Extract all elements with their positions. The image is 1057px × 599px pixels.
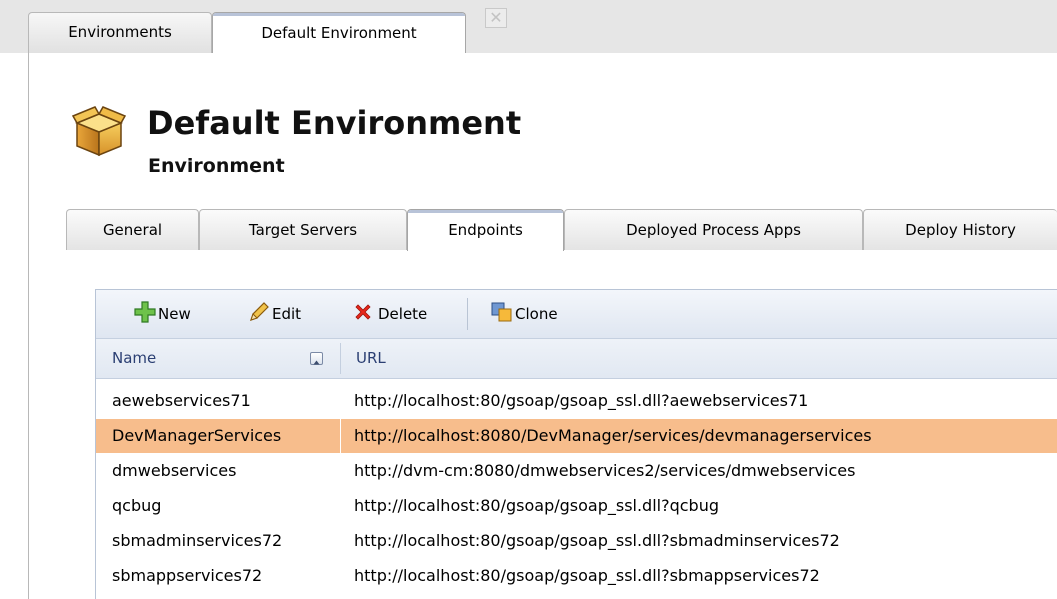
edit-label: Edit bbox=[272, 305, 302, 323]
cell-url: http://localhost:80/gsoap/gsoap_ssl.dll?… bbox=[354, 496, 719, 515]
table-row[interactable]: sbmadminservices72 http://localhost:80/g… bbox=[96, 524, 1057, 558]
doc-tab-label: Environments bbox=[68, 23, 172, 41]
close-icon: ✕ bbox=[489, 8, 503, 27]
new-label: New bbox=[158, 305, 191, 323]
plus-icon bbox=[134, 301, 158, 327]
box-icon bbox=[71, 103, 127, 157]
tab-label: Target Servers bbox=[248, 221, 358, 239]
tab-endpoints[interactable]: Endpoints bbox=[407, 209, 564, 251]
cell-url: http://localhost:80/gsoap/gsoap_ssl.dll?… bbox=[354, 566, 820, 585]
cell-name: qcbug bbox=[112, 496, 162, 515]
delete-label: Delete bbox=[378, 305, 428, 323]
grid-column-header: Name URL bbox=[96, 339, 1057, 379]
page-title: Default Environment bbox=[147, 104, 522, 142]
tab-label: Deploy History bbox=[905, 221, 1016, 239]
cell-name: aewebservices71 bbox=[112, 391, 251, 410]
close-tab-button[interactable]: ✕ bbox=[485, 8, 507, 28]
tab-label: Endpoints bbox=[448, 221, 523, 239]
table-row[interactable]: dmwebservices http://dvm-cm:8080/dmwebse… bbox=[96, 454, 1057, 488]
grid-toolbar: New Edit Delete Clone bbox=[96, 290, 1057, 339]
tab-deploy-history[interactable]: Deploy History bbox=[863, 209, 1057, 250]
cell-url: http://localhost:8080/DevManager/service… bbox=[354, 426, 872, 445]
cell-url: http://localhost:80/gsoap/gsoap_ssl.dll?… bbox=[354, 391, 809, 410]
table-row[interactable]: sbmappservices72 http://localhost:80/gso… bbox=[96, 559, 1057, 593]
cell-url: http://localhost:80/gsoap/gsoap_ssl.dll?… bbox=[354, 531, 840, 550]
cell-url: http://dvm-cm:8080/dmwebservices2/servic… bbox=[354, 461, 856, 480]
delete-icon bbox=[353, 302, 375, 326]
table-row-selected[interactable]: DevManagerServices http://localhost:8080… bbox=[96, 419, 1057, 453]
tab-label: Deployed Process Apps bbox=[626, 221, 801, 239]
pencil-icon bbox=[248, 301, 272, 327]
tab-general[interactable]: General bbox=[66, 209, 199, 250]
doc-tab-default-environment[interactable]: Default Environment bbox=[212, 12, 466, 53]
table-row[interactable]: qcbug http://localhost:80/gsoap/gsoap_ss… bbox=[96, 489, 1057, 523]
column-header-name[interactable]: Name bbox=[112, 339, 156, 378]
edit-button[interactable]: Edit bbox=[248, 290, 301, 338]
clone-button[interactable]: Clone bbox=[491, 290, 558, 338]
tab-target-servers[interactable]: Target Servers bbox=[199, 209, 407, 250]
delete-button[interactable]: Delete bbox=[353, 290, 427, 338]
new-button[interactable]: New bbox=[134, 290, 191, 338]
cell-name: sbmadminservices72 bbox=[112, 531, 283, 550]
clone-icon bbox=[491, 301, 515, 327]
tab-deployed-process-apps[interactable]: Deployed Process Apps bbox=[564, 209, 863, 250]
page-subtitle: Environment bbox=[148, 155, 285, 177]
cell-name: sbmappservices72 bbox=[112, 566, 263, 585]
sort-ascending-icon[interactable] bbox=[310, 352, 323, 365]
column-header-url[interactable]: URL bbox=[356, 339, 386, 378]
cell-name: DevManagerServices bbox=[112, 426, 282, 445]
column-divider[interactable] bbox=[340, 343, 341, 374]
doc-tab-label: Default Environment bbox=[261, 24, 417, 42]
toolbar-separator bbox=[467, 298, 468, 330]
tab-label: General bbox=[102, 221, 163, 239]
table-row[interactable]: aewebservices71 http://localhost:80/gsoa… bbox=[96, 384, 1057, 418]
doc-tab-environments[interactable]: Environments bbox=[28, 12, 212, 53]
cell-divider bbox=[340, 419, 341, 453]
clone-label: Clone bbox=[515, 305, 558, 323]
cell-name: dmwebservices bbox=[112, 461, 237, 480]
